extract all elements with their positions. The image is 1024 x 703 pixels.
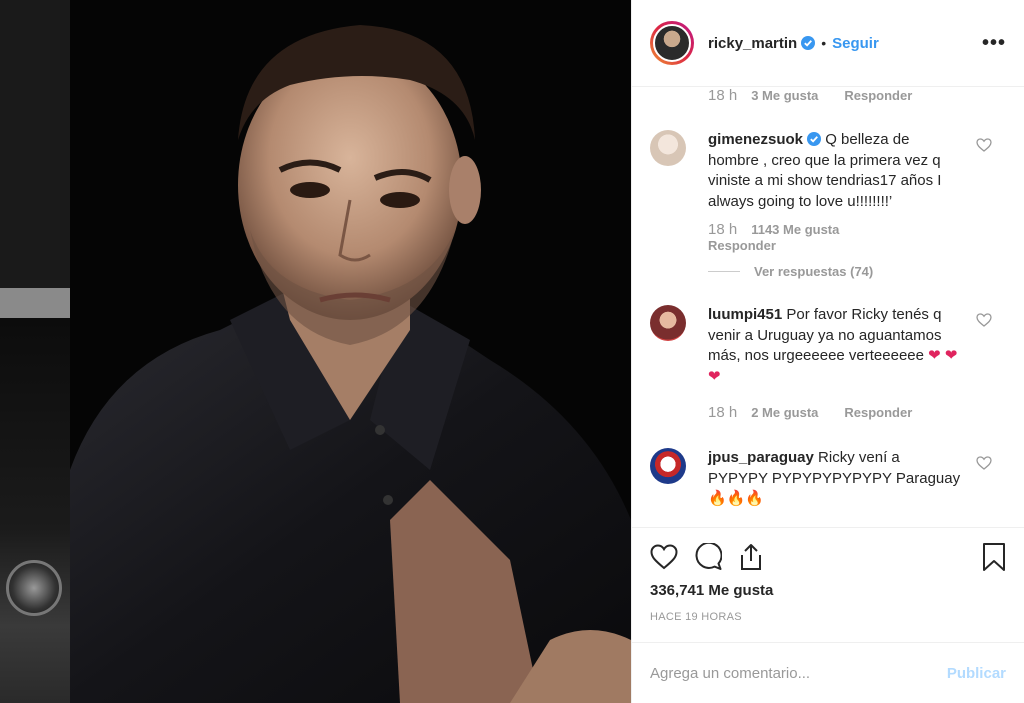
verified-badge-icon <box>807 132 822 146</box>
follow-button[interactable]: Seguir <box>832 35 879 52</box>
comment-meta: 18 h 2 Me gusta Responder <box>708 404 1006 421</box>
comment-meta: 18 h 1143 Me gusta Responder <box>708 221 1006 254</box>
post-photo <box>70 0 631 703</box>
comment-emoji: 🔥🔥🔥 <box>708 490 765 507</box>
more-options-icon[interactable]: ••• <box>982 32 1006 55</box>
background-wheel <box>6 560 62 616</box>
author-avatar[interactable] <box>650 21 694 65</box>
heart-icon[interactable] <box>976 313 992 327</box>
commenter-avatar[interactable] <box>650 448 686 484</box>
comment-body: luumpi451 Por favor Ricky tenés q venir … <box>708 305 963 387</box>
heart-icon[interactable] <box>650 544 678 570</box>
commenter-username[interactable]: jpus_paraguay <box>708 449 814 466</box>
post-detail-panel: ricky_martin • Seguir ••• 18 h 3 Me gust… <box>631 0 1024 703</box>
post-actions: 336,741 Me gusta HACE 19 HORAS <box>632 527 1024 642</box>
author-avatar-image <box>653 24 691 62</box>
comment-body: gimenezsuok Q belleza de hombre , creo q… <box>708 130 963 212</box>
comment-reply-button[interactable]: Responder <box>708 238 776 253</box>
portrait-illustration <box>70 0 631 703</box>
commenter-avatar[interactable] <box>650 130 686 166</box>
share-icon[interactable] <box>738 543 764 571</box>
verified-badge-icon <box>801 36 816 50</box>
author-username[interactable]: ricky_martin <box>708 35 797 52</box>
comment-item: gimenezsuok Q belleza de hombre , creo q… <box>650 130 1006 212</box>
comment-time[interactable]: 18 h <box>708 404 737 421</box>
comments-list[interactable]: 18 h 3 Me gusta Responder gimenezsuok Q … <box>632 87 1024 527</box>
heart-icon[interactable] <box>976 456 992 470</box>
background-band <box>0 288 70 318</box>
comment-input[interactable] <box>650 664 947 682</box>
add-comment-bar: Publicar <box>632 642 1024 703</box>
header-separator: • <box>821 35 827 51</box>
comment-time[interactable]: 18 h <box>708 87 737 104</box>
comment-likes[interactable]: 2 Me gusta <box>751 405 818 420</box>
comment-icon[interactable] <box>694 543 722 571</box>
like-count[interactable]: 336,741 Me gusta <box>650 582 1006 599</box>
comment-reply-button[interactable]: Responder <box>844 88 912 103</box>
comment-likes[interactable]: 3 Me gusta <box>751 88 818 103</box>
post-timestamp[interactable]: HACE 19 HORAS <box>650 611 1006 623</box>
comment-time[interactable]: 18 h <box>708 221 737 238</box>
view-replies-line <box>708 271 740 272</box>
comment-likes[interactable]: 1143 Me gusta <box>751 222 839 237</box>
background-car-image <box>0 318 70 703</box>
comment-item: luumpi451 Por favor Ricky tenés q venir … <box>650 305 1006 387</box>
view-replies-row[interactable]: Ver respuestas (74) <box>708 264 1006 279</box>
commenter-username[interactable]: gimenezsuok <box>708 131 803 148</box>
comment-item: jpus_paraguay Ricky vení a PYPYPY PYPYPY… <box>650 448 1006 510</box>
view-replies-button[interactable]: Ver respuestas (74) <box>754 264 873 279</box>
post-header: ricky_martin • Seguir ••• <box>632 0 1024 87</box>
bookmark-icon[interactable] <box>982 542 1006 572</box>
comment-reply-button[interactable]: Responder <box>844 405 912 420</box>
commenter-avatar[interactable] <box>650 305 686 341</box>
commenter-username[interactable]: luumpi451 <box>708 306 782 323</box>
background-page <box>0 0 70 703</box>
comment-meta: 18 h 3 Me gusta Responder <box>650 87 1006 104</box>
heart-icon[interactable] <box>976 138 992 152</box>
action-icons-row <box>650 528 1006 586</box>
comment-body: jpus_paraguay Ricky vení a PYPYPY PYPYPY… <box>708 448 963 510</box>
publish-button[interactable]: Publicar <box>947 665 1006 682</box>
